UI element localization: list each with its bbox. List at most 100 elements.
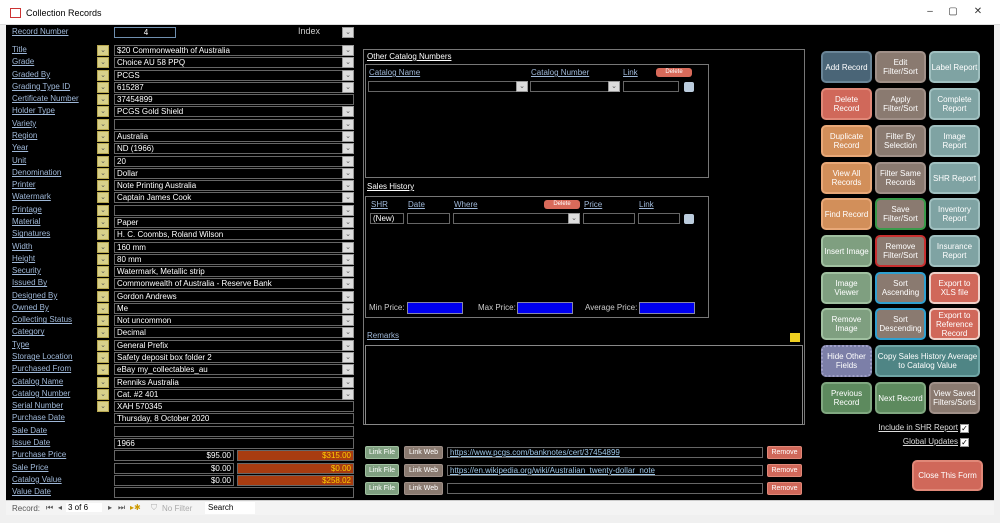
sale-date-input[interactable] bbox=[407, 213, 450, 224]
field-label-catalog-value[interactable]: Catalog Value bbox=[12, 475, 62, 484]
button-complete-report[interactable]: Complete Report bbox=[929, 88, 980, 120]
field-label-variety[interactable]: Variety bbox=[12, 119, 36, 128]
checkbox[interactable]: ✓ bbox=[960, 424, 969, 433]
field-value[interactable]: Decimal bbox=[114, 327, 354, 339]
col-date[interactable]: Date bbox=[408, 200, 425, 209]
picker-chevron-icon[interactable]: ⌄ bbox=[97, 290, 109, 302]
chevron-down-icon[interactable]: ⌄ bbox=[342, 45, 354, 56]
close-form-button[interactable]: Close This Form bbox=[912, 460, 983, 491]
field-value[interactable] bbox=[114, 118, 354, 130]
delete-catalog-button[interactable]: Delete bbox=[656, 68, 692, 77]
record-position-input[interactable]: 3 of 6 bbox=[66, 503, 102, 512]
last-record-icon[interactable]: ⏭ bbox=[118, 503, 125, 513]
button-next-record[interactable]: Next Record bbox=[875, 382, 926, 414]
chevron-down-icon[interactable]: ⌄ bbox=[342, 167, 354, 179]
remove-link-button[interactable]: Remove bbox=[767, 464, 802, 477]
field-label-collecting-status[interactable]: Collecting Status bbox=[12, 315, 72, 324]
field-value[interactable]: ND (1966) bbox=[114, 143, 354, 155]
field-label-category[interactable]: Category bbox=[12, 327, 44, 336]
col-link[interactable]: Link bbox=[623, 68, 638, 77]
button-image-report[interactable]: Image Report bbox=[929, 125, 980, 157]
picker-chevron-icon[interactable]: ⌄ bbox=[97, 266, 109, 277]
picker-chevron-icon[interactable]: ⌄ bbox=[97, 352, 109, 363]
field-value[interactable]: 160 mm bbox=[114, 241, 354, 253]
field-label-value-date[interactable]: Value Date bbox=[12, 487, 51, 496]
field-value[interactable]: General Prefix bbox=[114, 339, 354, 351]
chevron-down-icon[interactable]: ⌄ bbox=[342, 204, 354, 216]
first-record-icon[interactable]: ⏮ bbox=[46, 503, 53, 513]
button-save-filter-sort[interactable]: Save Filter/Sort bbox=[875, 198, 926, 230]
button-previous-record[interactable]: Previous Record bbox=[821, 382, 872, 414]
catalog-name-input[interactable] bbox=[368, 81, 528, 92]
chevron-down-icon[interactable]: ⌄ bbox=[342, 376, 354, 388]
field-value[interactable] bbox=[114, 204, 354, 216]
button-sort-descending[interactable]: Sort Descending bbox=[875, 308, 926, 340]
picker-chevron-icon[interactable]: ⌄ bbox=[97, 167, 109, 179]
field-label-material[interactable]: Material bbox=[12, 217, 40, 226]
field-label-printer[interactable]: Printer bbox=[12, 180, 36, 189]
col-link[interactable]: Link bbox=[639, 200, 654, 209]
col-price[interactable]: Price bbox=[584, 200, 602, 209]
remarks-textarea[interactable] bbox=[365, 345, 803, 425]
button-insurance-report[interactable]: Insurance Report bbox=[929, 235, 980, 267]
button-edit-filter-sort[interactable]: Edit Filter/Sort bbox=[875, 51, 926, 83]
field-label-watermark[interactable]: Watermark bbox=[12, 192, 51, 201]
sale-link-input[interactable] bbox=[638, 213, 680, 224]
chevron-down-icon[interactable]: ⌄ bbox=[342, 339, 354, 351]
previous-record-icon[interactable]: ◂ bbox=[58, 503, 62, 512]
field-label-purchase-price[interactable]: Purchase Price bbox=[12, 450, 66, 459]
chevron-down-icon[interactable]: ⌄ bbox=[608, 81, 620, 92]
new-record-icon[interactable]: ▸✱ bbox=[130, 503, 141, 512]
button-hide-other-fields[interactable]: Hide Other Fields bbox=[821, 345, 872, 377]
maximize-icon[interactable]: ▢ bbox=[945, 6, 961, 17]
field-value[interactable]: H. C. Coombs, Roland Wilson bbox=[114, 229, 354, 241]
picker-chevron-icon[interactable]: ⌄ bbox=[97, 180, 109, 192]
picker-chevron-icon[interactable]: ⌄ bbox=[97, 401, 109, 413]
button-export-to-xls-file[interactable]: Export to XLS file bbox=[929, 272, 980, 304]
picker-chevron-icon[interactable]: ⌄ bbox=[97, 69, 109, 81]
field-value[interactable]: 20 bbox=[114, 155, 354, 167]
link-url-field[interactable]: https://en.wikipedia.org/wiki/Australian… bbox=[447, 465, 763, 476]
button-copy-sales-history-average-to-catalog-value[interactable]: Copy Sales History Average to Catalog Va… bbox=[875, 345, 980, 377]
field-label-security[interactable]: Security bbox=[12, 266, 41, 275]
field-label-sale-date[interactable]: Sale Date bbox=[12, 426, 47, 435]
picker-chevron-icon[interactable]: ⌄ bbox=[97, 57, 109, 69]
picker-chevron-icon[interactable]: ⌄ bbox=[97, 155, 109, 167]
picker-chevron-icon[interactable]: ⌄ bbox=[97, 143, 109, 155]
chevron-down-icon[interactable]: ⌄ bbox=[342, 118, 354, 130]
field-value[interactable]: Dollar bbox=[114, 167, 354, 179]
field-value[interactable]: 1966 bbox=[114, 438, 354, 449]
index-dropdown-icon[interactable]: ⌄ bbox=[342, 27, 354, 38]
picker-chevron-icon[interactable]: ⌄ bbox=[97, 339, 109, 351]
field-label-sale-price[interactable]: Sale Price bbox=[12, 463, 48, 472]
field-label-holder-type[interactable]: Holder Type bbox=[12, 106, 55, 115]
field-label-grading-type-id[interactable]: Grading Type ID bbox=[12, 82, 70, 91]
field-value[interactable]: Not uncommon bbox=[114, 315, 354, 327]
chevron-down-icon[interactable]: ⌄ bbox=[516, 81, 528, 92]
field-label-issued-by[interactable]: Issued By bbox=[12, 278, 47, 287]
field-value[interactable]: Australia bbox=[114, 131, 354, 142]
picker-chevron-icon[interactable]: ⌄ bbox=[97, 192, 109, 204]
col-where[interactable]: Where bbox=[454, 200, 478, 209]
picker-chevron-icon[interactable]: ⌄ bbox=[97, 388, 109, 400]
field-label-issue-date[interactable]: Issue Date bbox=[12, 438, 50, 447]
button-view-all-records[interactable]: View All Records bbox=[821, 162, 872, 194]
field-value[interactable] bbox=[114, 425, 354, 437]
field-label-catalog-number[interactable]: Catalog Number bbox=[12, 389, 70, 398]
picker-chevron-icon[interactable]: ⌄ bbox=[97, 45, 109, 56]
next-record-icon[interactable]: ▸ bbox=[108, 503, 112, 512]
picker-chevron-icon[interactable]: ⌄ bbox=[97, 106, 109, 118]
remove-link-button[interactable]: Remove bbox=[767, 482, 802, 495]
remove-link-button[interactable]: Remove bbox=[767, 446, 802, 459]
chevron-down-icon[interactable]: ⌄ bbox=[342, 229, 354, 241]
field-label-purchased-from[interactable]: Purchased From bbox=[12, 364, 71, 373]
filter-icon[interactable]: ⛉ bbox=[151, 503, 157, 513]
chevron-down-icon[interactable]: ⌄ bbox=[342, 302, 354, 314]
field-label-signatures[interactable]: Signatures bbox=[12, 229, 50, 238]
field-value-secondary[interactable]: $258.02 bbox=[237, 474, 354, 486]
picker-chevron-icon[interactable]: ⌄ bbox=[97, 241, 109, 253]
field-label-grade[interactable]: Grade bbox=[12, 57, 34, 66]
field-value[interactable]: $0.00 bbox=[114, 474, 234, 486]
field-label-storage-location[interactable]: Storage Location bbox=[12, 352, 73, 361]
picker-chevron-icon[interactable]: ⌄ bbox=[97, 204, 109, 216]
